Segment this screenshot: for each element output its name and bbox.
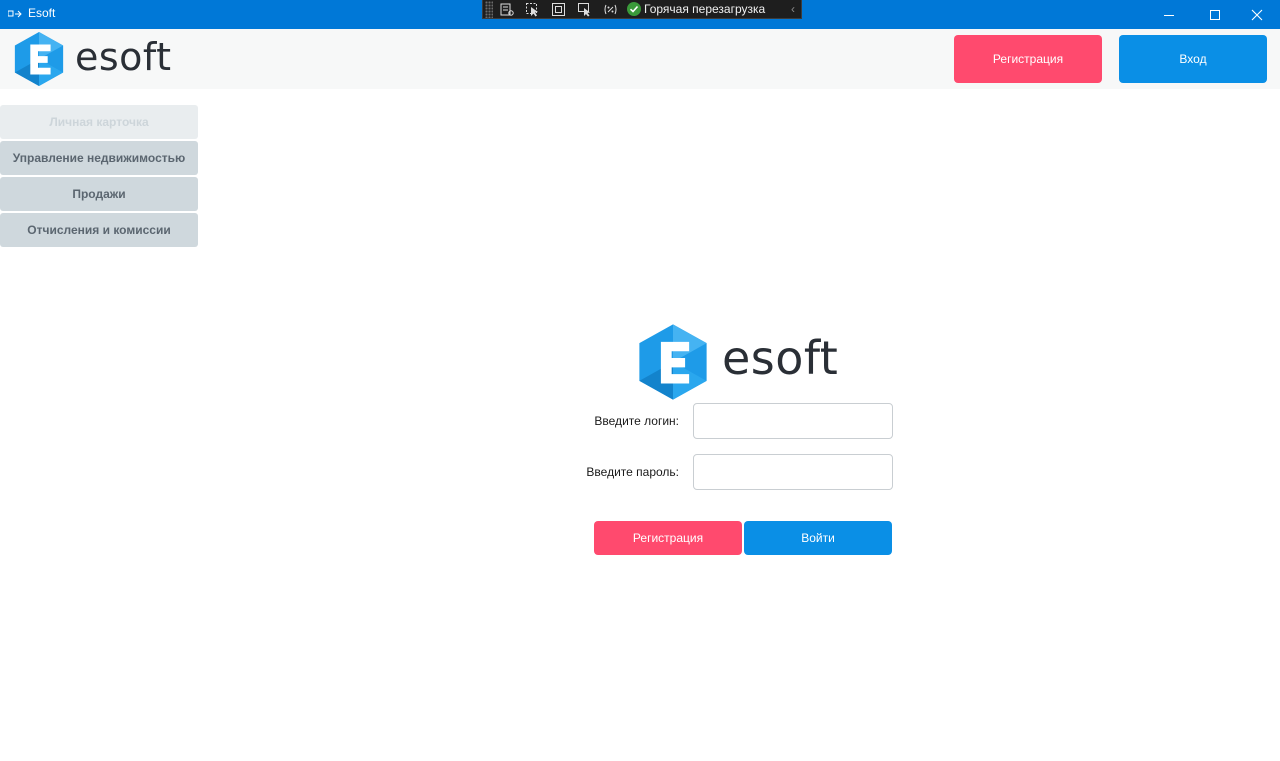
sidebar-item-sales[interactable]: Продажи bbox=[0, 177, 198, 211]
track-focus-icon bbox=[577, 2, 590, 16]
toolbar-grip[interactable] bbox=[485, 0, 493, 18]
track-focus-button[interactable] bbox=[571, 0, 597, 19]
minimize-icon bbox=[1164, 14, 1174, 16]
close-icon bbox=[1251, 9, 1263, 20]
sidebar-item-personal-card: Личная карточка bbox=[0, 105, 198, 139]
binding-failures-button[interactable] bbox=[597, 0, 623, 19]
esoft-logo-icon bbox=[14, 31, 64, 87]
password-label: Введите пароль: bbox=[586, 465, 679, 479]
app-header: esoft Регистрация Вход bbox=[0, 29, 1280, 89]
live-visual-tree-icon bbox=[500, 3, 514, 16]
select-element-button[interactable] bbox=[519, 0, 545, 19]
xaml-debug-toolbar: Горячая перезагрузка ‹ bbox=[482, 0, 802, 19]
login-input[interactable] bbox=[693, 403, 893, 439]
check-icon bbox=[627, 2, 641, 16]
maximize-button[interactable] bbox=[1192, 0, 1238, 29]
sidebar-item-commissions[interactable]: Отчисления и комиссии bbox=[0, 213, 198, 247]
header-logo: esoft bbox=[13, 31, 172, 87]
form-logo: esoft bbox=[638, 323, 838, 401]
binding-failures-icon bbox=[604, 4, 616, 14]
header-register-button[interactable]: Регистрация bbox=[954, 35, 1102, 83]
live-visual-tree-button[interactable] bbox=[493, 0, 519, 19]
collapse-chevron-icon[interactable]: ‹ bbox=[791, 2, 795, 16]
login-label: Введите логин: bbox=[594, 414, 679, 428]
password-input[interactable] bbox=[693, 454, 893, 490]
display-adorners-icon bbox=[551, 2, 565, 16]
hot-reload-status[interactable]: Горячая перезагрузка bbox=[627, 2, 765, 16]
header-login-button[interactable]: Вход bbox=[1119, 35, 1267, 83]
form-logo-wordmark: esoft bbox=[722, 331, 839, 385]
form-register-button[interactable]: Регистрация bbox=[594, 521, 742, 555]
sidebar-item-property-management[interactable]: Управление недвижимостью bbox=[0, 141, 198, 175]
close-button[interactable] bbox=[1234, 0, 1280, 29]
window-title: Esoft bbox=[28, 6, 56, 20]
app-icon bbox=[8, 10, 22, 18]
esoft-logo-icon bbox=[639, 324, 707, 400]
minimize-button[interactable] bbox=[1146, 0, 1192, 29]
sidebar: Личная карточка Управление недвижимостью… bbox=[0, 105, 198, 249]
form-submit-button[interactable]: Войти bbox=[744, 521, 892, 555]
logo-wordmark: esoft bbox=[75, 35, 172, 79]
hot-reload-label: Горячая перезагрузка bbox=[644, 2, 766, 16]
display-adorners-button[interactable] bbox=[545, 0, 571, 19]
maximize-icon bbox=[1210, 9, 1220, 20]
select-element-icon bbox=[525, 2, 538, 16]
